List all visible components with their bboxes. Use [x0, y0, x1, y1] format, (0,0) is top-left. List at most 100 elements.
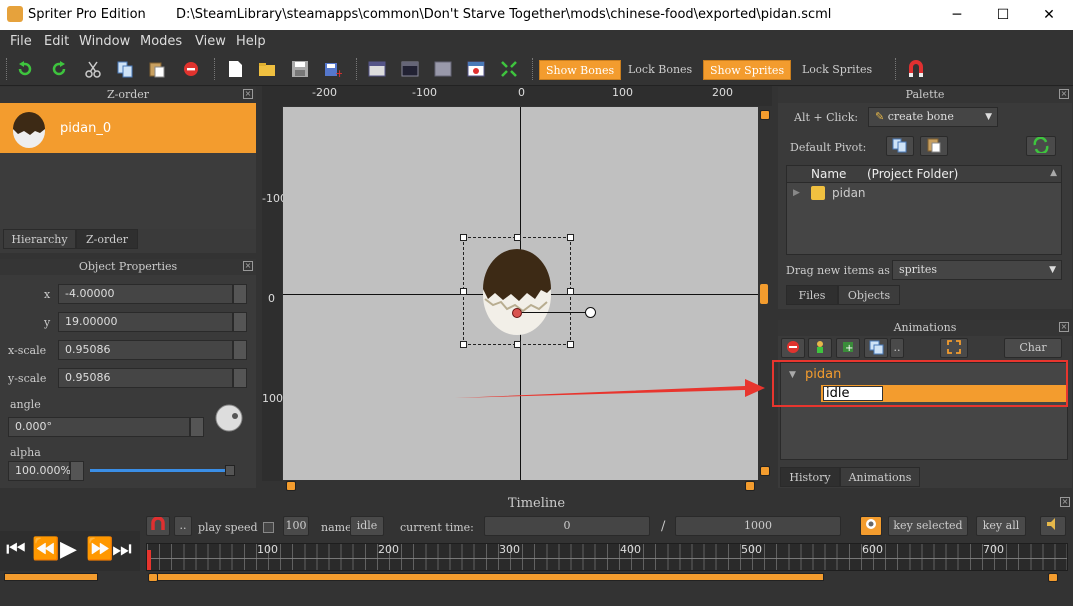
key-all-button[interactable]: key all — [976, 516, 1026, 536]
folder-pidan[interactable]: pidan — [832, 186, 866, 200]
current-time-field[interactable]: 0 — [484, 516, 650, 536]
xscale-spinner[interactable] — [233, 340, 247, 360]
magnet-icon[interactable] — [908, 60, 926, 78]
horizontal-scroll-left[interactable] — [286, 481, 296, 491]
skip-to-start-icon[interactable]: ⏮ — [6, 537, 26, 562]
alpha-spinner[interactable] — [70, 461, 84, 481]
duplicate-animation-button[interactable] — [864, 338, 888, 358]
x-spinner[interactable] — [233, 284, 247, 304]
resize-handle[interactable] — [460, 288, 467, 295]
resize-handle[interactable] — [567, 234, 574, 241]
timeline-track[interactable]: 100 200 300 400 500 600 700 — [146, 543, 1068, 571]
close-button[interactable]: ✕ — [1026, 3, 1072, 27]
resize-handle[interactable] — [567, 341, 574, 348]
tab-history[interactable]: History — [780, 467, 840, 487]
refresh-button[interactable] — [1026, 136, 1056, 156]
x-input[interactable]: -4.00000 — [58, 284, 233, 304]
drag-items-select[interactable]: sprites ▼ — [892, 260, 1062, 280]
window-layout-3-icon[interactable] — [434, 60, 452, 78]
y-input[interactable]: 19.00000 — [58, 312, 233, 332]
minimize-button[interactable]: ─ — [934, 3, 980, 27]
skip-to-end-icon[interactable]: ⏭ — [112, 537, 132, 562]
delete-icon[interactable] — [182, 60, 200, 78]
key-selected-button[interactable]: key selected — [888, 516, 968, 536]
tab-animations[interactable]: Animations — [840, 467, 920, 487]
tab-zorder[interactable]: Z-order — [76, 229, 138, 249]
snap-magnet-button[interactable] — [146, 516, 170, 536]
save-icon[interactable] — [291, 60, 309, 78]
animation-name-field[interactable]: idle — [350, 516, 384, 536]
angle-input[interactable]: 0.000° — [8, 417, 190, 437]
xscale-input[interactable]: 0.95086 — [58, 340, 233, 360]
open-folder-icon[interactable] — [258, 60, 276, 78]
step-forward-icon[interactable]: ⏩ — [86, 537, 113, 562]
redo-icon[interactable] — [50, 60, 68, 78]
column-name[interactable]: Name — [811, 167, 846, 181]
window-layout-2-icon[interactable] — [401, 60, 419, 78]
cut-icon[interactable] — [84, 60, 102, 78]
yscale-spinner[interactable] — [233, 368, 247, 388]
resize-handle[interactable] — [514, 341, 521, 348]
menu-modes[interactable]: Modes — [140, 34, 182, 49]
alpha-slider-handle[interactable] — [225, 465, 235, 476]
resize-handle[interactable] — [567, 288, 574, 295]
paste-pivot-button[interactable] — [920, 136, 948, 156]
resize-handle[interactable] — [460, 234, 467, 241]
palette-close-icon[interactable]: × — [1059, 89, 1069, 99]
more-options-button[interactable]: .. — [890, 338, 904, 358]
key-mode-button[interactable] — [860, 516, 882, 536]
char-maps-button[interactable]: Char Maps — [1004, 338, 1062, 372]
vertical-scroll-top[interactable] — [760, 110, 770, 120]
lock-bones-toggle[interactable]: Lock Bones — [622, 60, 698, 80]
total-time-field[interactable]: 1000 — [675, 516, 841, 536]
timeline-scroll-left[interactable] — [148, 573, 158, 582]
calendar-icon[interactable] — [467, 60, 485, 78]
timeline-scroll-right[interactable] — [1048, 573, 1058, 582]
zorder-close-icon[interactable]: × — [243, 89, 253, 99]
play-icon[interactable]: ▶ — [60, 537, 77, 562]
menu-help[interactable]: Help — [236, 34, 266, 49]
alpha-input[interactable]: 100.000% — [8, 461, 71, 481]
menu-file[interactable]: File — [10, 34, 32, 49]
object-properties-close-icon[interactable]: × — [243, 261, 253, 271]
copy-pivot-button[interactable] — [886, 136, 914, 156]
vertical-scroll-bottom[interactable] — [760, 466, 770, 476]
tab-files[interactable]: Files — [786, 285, 838, 305]
vertical-scroll-thumb[interactable] — [760, 284, 768, 304]
timeline-scrollbar-thumb[interactable] — [150, 573, 824, 581]
undo-icon[interactable] — [16, 60, 34, 78]
paste-icon[interactable] — [148, 60, 166, 78]
alt-click-select[interactable]: ✎ create bone ▼ — [868, 107, 998, 127]
new-file-icon[interactable] — [226, 60, 244, 78]
y-spinner[interactable] — [233, 312, 247, 332]
expand-arrow-icon[interactable]: ▶ — [793, 188, 800, 198]
step-back-icon[interactable]: ⏪ — [32, 537, 59, 562]
save-as-icon[interactable]: + — [324, 60, 344, 80]
playhead[interactable] — [147, 550, 151, 570]
delete-animation-button[interactable] — [781, 338, 805, 358]
pidan-sprite[interactable] — [479, 247, 555, 337]
play-speed-checkbox[interactable] — [263, 522, 274, 533]
menu-edit[interactable]: Edit — [44, 34, 69, 49]
horizontal-scroll-right[interactable] — [745, 481, 755, 491]
angle-spinner[interactable] — [190, 417, 204, 437]
canvas-viewport[interactable] — [283, 107, 758, 480]
alpha-slider-track[interactable] — [90, 469, 235, 472]
column-project-folder[interactable]: (Project Folder) — [867, 167, 958, 181]
add-animation-button[interactable]: + — [836, 338, 860, 358]
expand-view-button[interactable] — [940, 338, 968, 358]
rotation-handle[interactable] — [585, 307, 596, 318]
tab-objects[interactable]: Objects — [838, 285, 900, 305]
timeline-close-icon[interactable]: × — [1060, 497, 1070, 507]
play-speed-value[interactable]: 100 — [283, 516, 309, 536]
show-bones-toggle[interactable]: Show Bones — [539, 60, 622, 80]
pivot-point[interactable] — [512, 308, 522, 318]
menu-window[interactable]: Window — [79, 34, 130, 49]
animations-close-icon[interactable]: × — [1059, 322, 1069, 332]
menu-view[interactable]: View — [195, 34, 226, 49]
window-layout-1-icon[interactable] — [368, 60, 386, 78]
yscale-input[interactable]: 0.95086 — [58, 368, 233, 388]
timeline-options-button[interactable]: .. — [174, 516, 192, 536]
zorder-item-selected[interactable]: pidan_0 — [0, 103, 256, 153]
fit-view-icon[interactable] — [500, 60, 518, 78]
